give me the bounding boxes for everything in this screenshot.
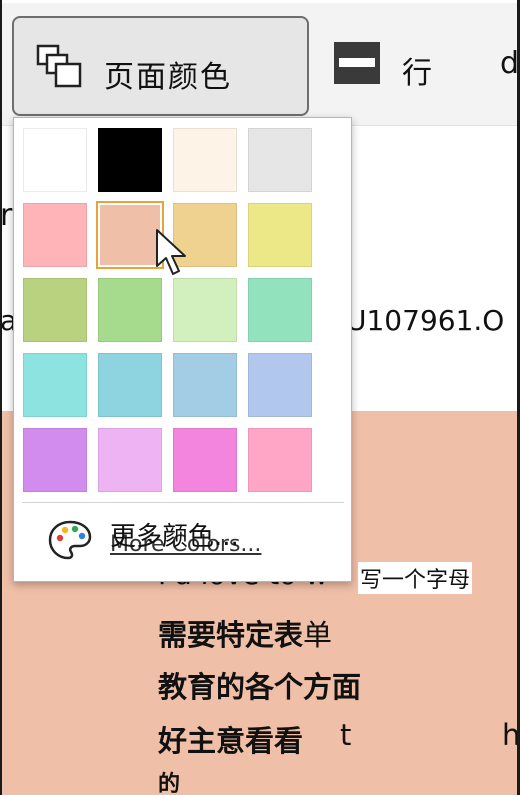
- document-line-education: 教育的各个方面: [158, 670, 362, 704]
- document-line-form: 需要特定表单: [158, 612, 332, 654]
- more-colors-button[interactable]: 更多颜色...: [110, 516, 239, 553]
- color-swatch[interactable]: [98, 428, 162, 492]
- rows-label[interactable]: 行: [402, 48, 432, 92]
- page-color-dropdown: More Colors... 更多颜色...: [13, 117, 352, 582]
- color-swatch[interactable]: [248, 428, 312, 492]
- document-line-fragment-t: t: [340, 718, 352, 752]
- mouse-pointer-icon: [156, 229, 186, 275]
- page-color-icon: [36, 44, 82, 88]
- color-swatch[interactable]: [23, 353, 87, 417]
- color-swatch[interactable]: [173, 128, 237, 192]
- document-line-idea: 好主意看看: [158, 724, 304, 758]
- document-line-form-light: 单: [303, 618, 333, 652]
- color-swatch[interactable]: [23, 203, 87, 267]
- color-swatch[interactable]: [173, 278, 237, 342]
- color-swatch[interactable]: [23, 428, 87, 492]
- color-swatch[interactable]: [23, 278, 87, 342]
- color-swatch[interactable]: [173, 353, 237, 417]
- color-swatch[interactable]: [98, 353, 162, 417]
- color-swatch[interactable]: [96, 201, 164, 269]
- color-swatch[interactable]: [98, 278, 162, 342]
- color-swatch[interactable]: [98, 128, 162, 192]
- color-swatch[interactable]: [173, 428, 237, 492]
- color-swatch[interactable]: [23, 128, 87, 192]
- window-left-border: [0, 0, 2, 795]
- document-line-de: 的: [158, 772, 181, 795]
- dropdown-divider: [22, 502, 344, 503]
- rows-icon[interactable]: [334, 42, 380, 84]
- page-color-button[interactable]: 页面颜色: [12, 16, 309, 116]
- ribbon-toolbar: 页面颜色 行 d: [0, 0, 520, 126]
- document-fragment-id: U107961.O: [346, 304, 505, 337]
- palette-icon: [48, 520, 92, 560]
- color-swatch[interactable]: [248, 353, 312, 417]
- document-line-letter: 写一个字母: [358, 562, 473, 594]
- page-color-label: 页面颜色: [104, 60, 232, 95]
- document-line-form-bold: 需要特定表: [158, 618, 304, 652]
- toolbar-top-edge: [0, 0, 520, 3]
- color-swatch[interactable]: [248, 128, 312, 192]
- color-swatch[interactable]: [248, 278, 312, 342]
- color-swatch[interactable]: [248, 203, 312, 267]
